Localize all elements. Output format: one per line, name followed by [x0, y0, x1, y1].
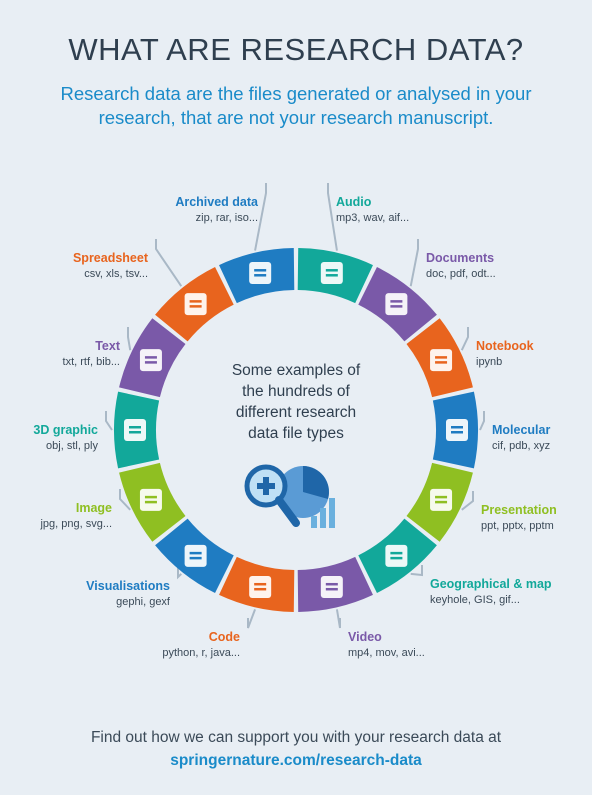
- label-notebook: Notebook ipynb: [476, 339, 534, 368]
- label-text: Text txt, rtf, bib...: [63, 339, 121, 368]
- archive-box-icon: [249, 262, 272, 285]
- file-type-name: Notebook: [476, 339, 534, 353]
- magnifier-chart-icon: [244, 464, 335, 528]
- code-icon: [249, 575, 272, 598]
- file-type-formats: doc, pdf, odt...: [426, 268, 496, 280]
- center-line-3: different research: [236, 404, 356, 421]
- file-type-formats: mp3, wav, aif...: [336, 212, 409, 224]
- label-documents: Documents doc, pdf, odt...: [426, 251, 496, 280]
- footer-text: Find out how we can support you with you…: [90, 729, 502, 746]
- footer-link[interactable]: springernature.com/research-data: [0, 752, 592, 770]
- file-type-name: Text: [95, 339, 121, 353]
- label-archived-data: Archived data zip, rar, iso...: [175, 195, 259, 224]
- file-type-name: Visualisations: [86, 579, 170, 593]
- file-type-formats: gephi, gexf: [116, 596, 171, 608]
- spreadsheet-icon: [184, 293, 207, 316]
- label-presentation: Presentation ppt, pptx, pptm: [481, 503, 557, 532]
- segment-archived-data: [219, 248, 295, 304]
- file-type-formats: csv, xls, tsv...: [84, 268, 148, 280]
- headphones-icon: [320, 262, 343, 285]
- connector-line: [247, 609, 256, 629]
- file-type-formats: jpg, png, svg...: [39, 518, 112, 530]
- image-icon: [139, 488, 162, 511]
- eye-icon: [184, 544, 207, 567]
- file-type-name: Presentation: [481, 503, 557, 517]
- file-type-formats: obj, stl, ply: [46, 440, 98, 452]
- label-visualisations: Visualisations gephi, gexf: [86, 579, 171, 608]
- file-type-formats: mp4, mov, avi...: [348, 647, 425, 659]
- connector-line: [105, 411, 113, 431]
- segment-3d-graphic: [114, 391, 160, 469]
- segment-audio: [297, 248, 373, 304]
- file-type-formats: txt, rtf, bib...: [63, 356, 120, 368]
- text-file-icon: [139, 349, 162, 372]
- center-line-2: the hundreds of: [242, 383, 350, 400]
- label-geographical-map: Geographical & map keyhole, GIS, gif...: [430, 577, 552, 606]
- label-3d-graphic: 3D graphic obj, stl, ply: [33, 423, 98, 452]
- file-type-name: Code: [209, 630, 240, 644]
- file-types-wheel: Audio mp3, wav, aif... Documents doc, pdf, …: [33, 183, 557, 659]
- label-code: Code python, r, java...: [162, 630, 240, 659]
- file-type-formats: python, r, java...: [162, 647, 240, 659]
- center-caption: Some examples of the hundreds of differe…: [232, 362, 361, 442]
- presentation-icon: [430, 488, 453, 511]
- file-type-name: Archived data: [175, 195, 259, 209]
- file-type-name: Image: [76, 501, 112, 515]
- label-image: Image jpg, png, svg...: [39, 501, 112, 530]
- file-type-name: Video: [348, 630, 382, 644]
- center-line-4: data file types: [248, 425, 344, 442]
- label-video: Video mp4, mov, avi...: [348, 630, 425, 659]
- center-line-1: Some examples of: [232, 362, 361, 379]
- map-icon: [385, 544, 408, 567]
- file-type-formats: ipynb: [476, 356, 502, 368]
- notebook-icon: [430, 349, 453, 372]
- file-type-formats: keyhole, GIS, gif...: [430, 594, 520, 606]
- label-spreadsheet: Spreadsheet csv, xls, tsv...: [73, 251, 149, 280]
- file-type-name: Documents: [426, 251, 494, 265]
- connector-line: [460, 327, 469, 351]
- connector-line: [335, 609, 341, 629]
- file-type-name: Spreadsheet: [73, 251, 149, 265]
- file-type-name: 3D graphic: [33, 423, 98, 437]
- connector-line: [127, 327, 132, 351]
- layers-icon: [124, 419, 146, 441]
- video-icon: [320, 575, 343, 598]
- connector-line: [155, 239, 183, 287]
- file-type-formats: zip, rar, iso...: [196, 212, 258, 224]
- label-molecular: Molecular cif, pdb, xyz: [492, 423, 550, 452]
- file-type-formats: ppt, pptx, pptm: [481, 520, 554, 532]
- segment-molecular: [432, 391, 479, 469]
- file-type-formats: cif, pdb, xyz: [492, 440, 550, 452]
- segment-video: [297, 556, 373, 612]
- file-type-name: Molecular: [492, 423, 550, 437]
- file-type-name: Audio: [336, 195, 372, 209]
- connector-line: [479, 411, 485, 431]
- file-type-name: Geographical & map: [430, 577, 552, 591]
- documents-icon: [385, 293, 408, 316]
- label-audio: Audio mp3, wav, aif...: [336, 195, 409, 224]
- atom-icon: [446, 419, 468, 441]
- segment-code: [219, 556, 295, 612]
- connector-line: [409, 239, 419, 287]
